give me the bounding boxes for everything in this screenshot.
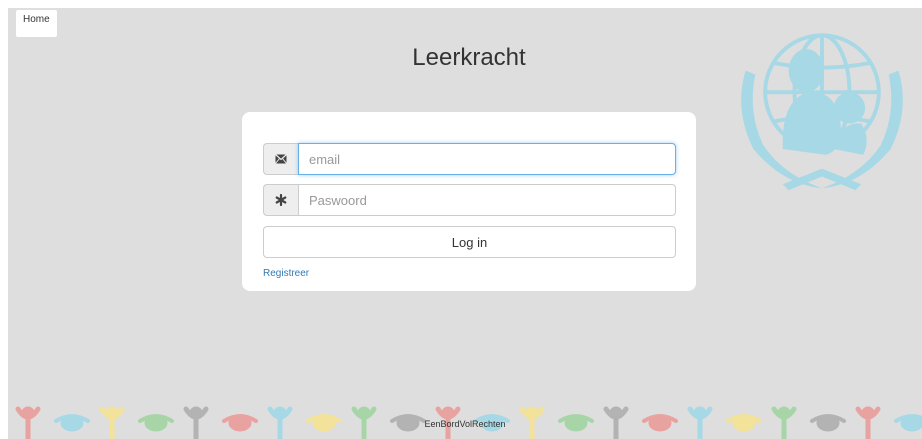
login-card: Log in Registreer — [242, 112, 696, 291]
password-input[interactable] — [298, 184, 676, 216]
email-input[interactable] — [298, 143, 676, 175]
asterisk-icon — [263, 184, 298, 216]
page-title: Leerkracht — [412, 44, 526, 71]
login-button[interactable]: Log in — [263, 226, 676, 258]
register-link[interactable]: Registreer — [263, 268, 309, 279]
envelope-icon — [263, 143, 298, 175]
page-background: Home Leerkracht email Log in Registreer … — [8, 8, 922, 439]
footer-text: EenBordVolRechten — [424, 419, 506, 429]
unicef-emblem-icon — [741, 33, 903, 191]
home-button[interactable]: Home — [16, 10, 57, 37]
email-group — [263, 143, 676, 175]
password-group — [263, 184, 676, 216]
